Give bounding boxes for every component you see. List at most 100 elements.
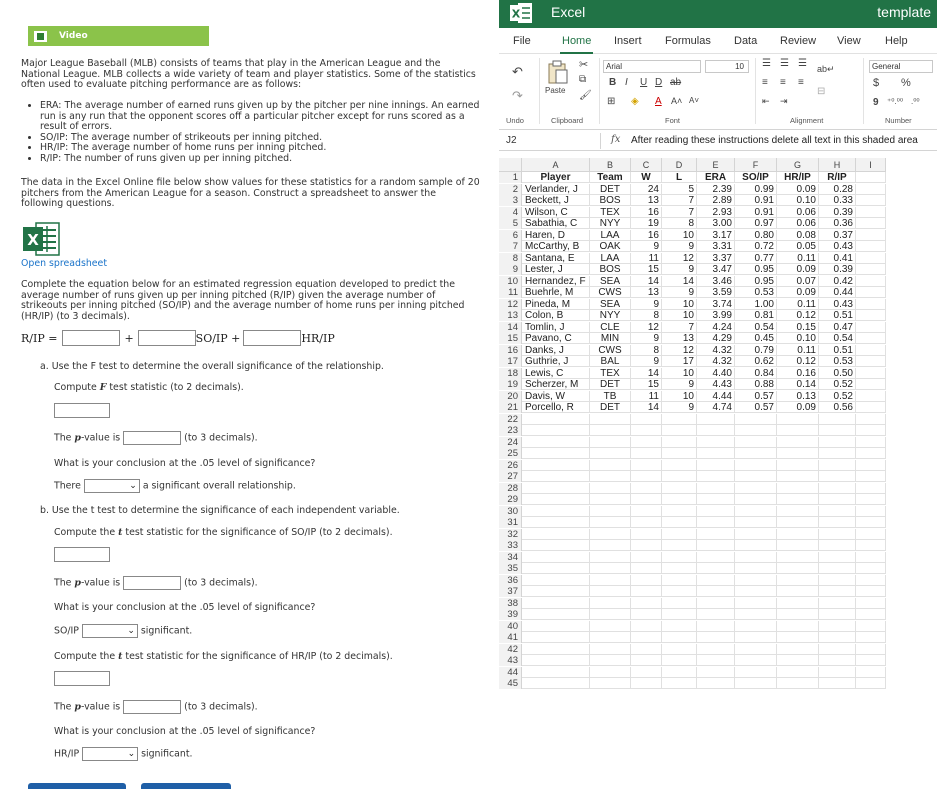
cell[interactable] bbox=[819, 494, 856, 505]
cell[interactable] bbox=[662, 540, 697, 551]
cell[interactable] bbox=[631, 609, 662, 620]
cell[interactable]: LAA bbox=[590, 252, 631, 264]
cell[interactable]: SO/IP bbox=[735, 172, 777, 183]
cell[interactable]: BAL bbox=[590, 356, 631, 367]
cell[interactable]: 15 bbox=[631, 379, 662, 390]
cell[interactable] bbox=[856, 551, 886, 563]
cell[interactable]: 3.31 bbox=[697, 241, 735, 252]
cell[interactable] bbox=[735, 666, 777, 678]
cell[interactable] bbox=[522, 528, 590, 540]
cell[interactable]: SEA bbox=[590, 275, 631, 287]
cell[interactable] bbox=[819, 540, 856, 551]
row-header[interactable]: 34 bbox=[499, 551, 522, 563]
cell[interactable] bbox=[697, 448, 735, 459]
cell[interactable]: BOS bbox=[590, 264, 631, 275]
cell[interactable] bbox=[777, 678, 819, 689]
cell[interactable] bbox=[856, 298, 886, 310]
cell[interactable] bbox=[735, 471, 777, 482]
cell[interactable] bbox=[819, 551, 856, 563]
cell[interactable]: 9 bbox=[662, 379, 697, 390]
cell[interactable]: 12 bbox=[631, 321, 662, 333]
cell[interactable] bbox=[856, 344, 886, 356]
cell[interactable]: LAA bbox=[590, 229, 631, 241]
cell[interactable] bbox=[819, 436, 856, 448]
row-header[interactable]: 38 bbox=[499, 597, 522, 609]
number-format-select[interactable]: General bbox=[869, 60, 933, 73]
cell[interactable]: 0.39 bbox=[819, 206, 856, 218]
cell[interactable] bbox=[631, 425, 662, 436]
cell[interactable] bbox=[735, 517, 777, 528]
cell[interactable]: Davis, W bbox=[522, 390, 590, 402]
row-header[interactable]: 10 bbox=[499, 275, 522, 287]
cell[interactable] bbox=[856, 586, 886, 597]
hr-ip-coefficient-input[interactable] bbox=[243, 330, 302, 346]
cell[interactable] bbox=[590, 448, 631, 459]
cell[interactable] bbox=[590, 632, 631, 643]
cell[interactable]: Haren, D bbox=[522, 229, 590, 241]
cell[interactable] bbox=[590, 425, 631, 436]
cell[interactable]: 0.43 bbox=[819, 298, 856, 310]
column-header[interactable]: F bbox=[735, 158, 777, 172]
cell[interactable]: 0.88 bbox=[735, 379, 777, 390]
cell[interactable] bbox=[735, 540, 777, 551]
cell[interactable] bbox=[735, 459, 777, 471]
cell[interactable]: 0.52 bbox=[819, 390, 856, 402]
cell[interactable] bbox=[697, 597, 735, 609]
cell[interactable]: 0.62 bbox=[735, 356, 777, 367]
cell[interactable] bbox=[662, 505, 697, 517]
cell[interactable]: NYY bbox=[590, 310, 631, 321]
cell[interactable]: W bbox=[631, 172, 662, 183]
cell[interactable] bbox=[856, 643, 886, 655]
cell[interactable]: 0.05 bbox=[777, 241, 819, 252]
cell[interactable] bbox=[819, 655, 856, 666]
cell[interactable] bbox=[662, 586, 697, 597]
cell[interactable]: 17 bbox=[662, 356, 697, 367]
cell[interactable]: 8 bbox=[631, 310, 662, 321]
cell[interactable] bbox=[697, 666, 735, 678]
cell[interactable]: 0.28 bbox=[819, 183, 856, 195]
cell[interactable] bbox=[856, 402, 886, 413]
open-spreadsheet-link[interactable]: Open spreadsheet bbox=[21, 258, 107, 269]
row-header[interactable]: 11 bbox=[499, 287, 522, 298]
cell[interactable] bbox=[777, 528, 819, 540]
cell[interactable] bbox=[856, 321, 886, 333]
cell[interactable] bbox=[522, 517, 590, 528]
cell[interactable] bbox=[819, 632, 856, 643]
cell[interactable] bbox=[697, 425, 735, 436]
cell[interactable] bbox=[662, 517, 697, 528]
row-header[interactable]: 15 bbox=[499, 333, 522, 344]
fill-color-icon[interactable]: ◈ bbox=[631, 96, 639, 107]
cell[interactable]: 0.99 bbox=[735, 183, 777, 195]
cell[interactable] bbox=[777, 551, 819, 563]
so-pvalue-input[interactable] bbox=[123, 576, 182, 590]
cell[interactable] bbox=[697, 574, 735, 586]
cell[interactable] bbox=[662, 643, 697, 655]
cell[interactable] bbox=[856, 609, 886, 620]
cell[interactable]: 0.09 bbox=[777, 264, 819, 275]
cell[interactable] bbox=[522, 632, 590, 643]
cell[interactable] bbox=[735, 586, 777, 597]
cell[interactable]: Guthrie, J bbox=[522, 356, 590, 367]
cell[interactable]: Lewis, C bbox=[522, 367, 590, 379]
cell[interactable] bbox=[856, 229, 886, 241]
cell[interactable] bbox=[697, 620, 735, 632]
cell[interactable]: 3.99 bbox=[697, 310, 735, 321]
cell[interactable]: Colon, B bbox=[522, 310, 590, 321]
cell[interactable]: 7 bbox=[662, 206, 697, 218]
cell[interactable] bbox=[777, 586, 819, 597]
cell[interactable] bbox=[697, 678, 735, 689]
cell[interactable]: MIN bbox=[590, 333, 631, 344]
tab-data[interactable]: Data bbox=[734, 35, 757, 47]
cell[interactable]: 0.56 bbox=[819, 402, 856, 413]
cell[interactable] bbox=[777, 425, 819, 436]
cell[interactable] bbox=[522, 505, 590, 517]
column-header[interactable]: G bbox=[777, 158, 819, 172]
name-box[interactable]: J2 bbox=[499, 133, 601, 149]
cell[interactable]: CWS bbox=[590, 344, 631, 356]
cell[interactable]: 16 bbox=[631, 229, 662, 241]
cell[interactable] bbox=[856, 494, 886, 505]
cell[interactable]: 14 bbox=[631, 402, 662, 413]
cell[interactable] bbox=[735, 494, 777, 505]
italic-button[interactable]: I bbox=[625, 77, 628, 88]
cell[interactable]: DET bbox=[590, 402, 631, 413]
